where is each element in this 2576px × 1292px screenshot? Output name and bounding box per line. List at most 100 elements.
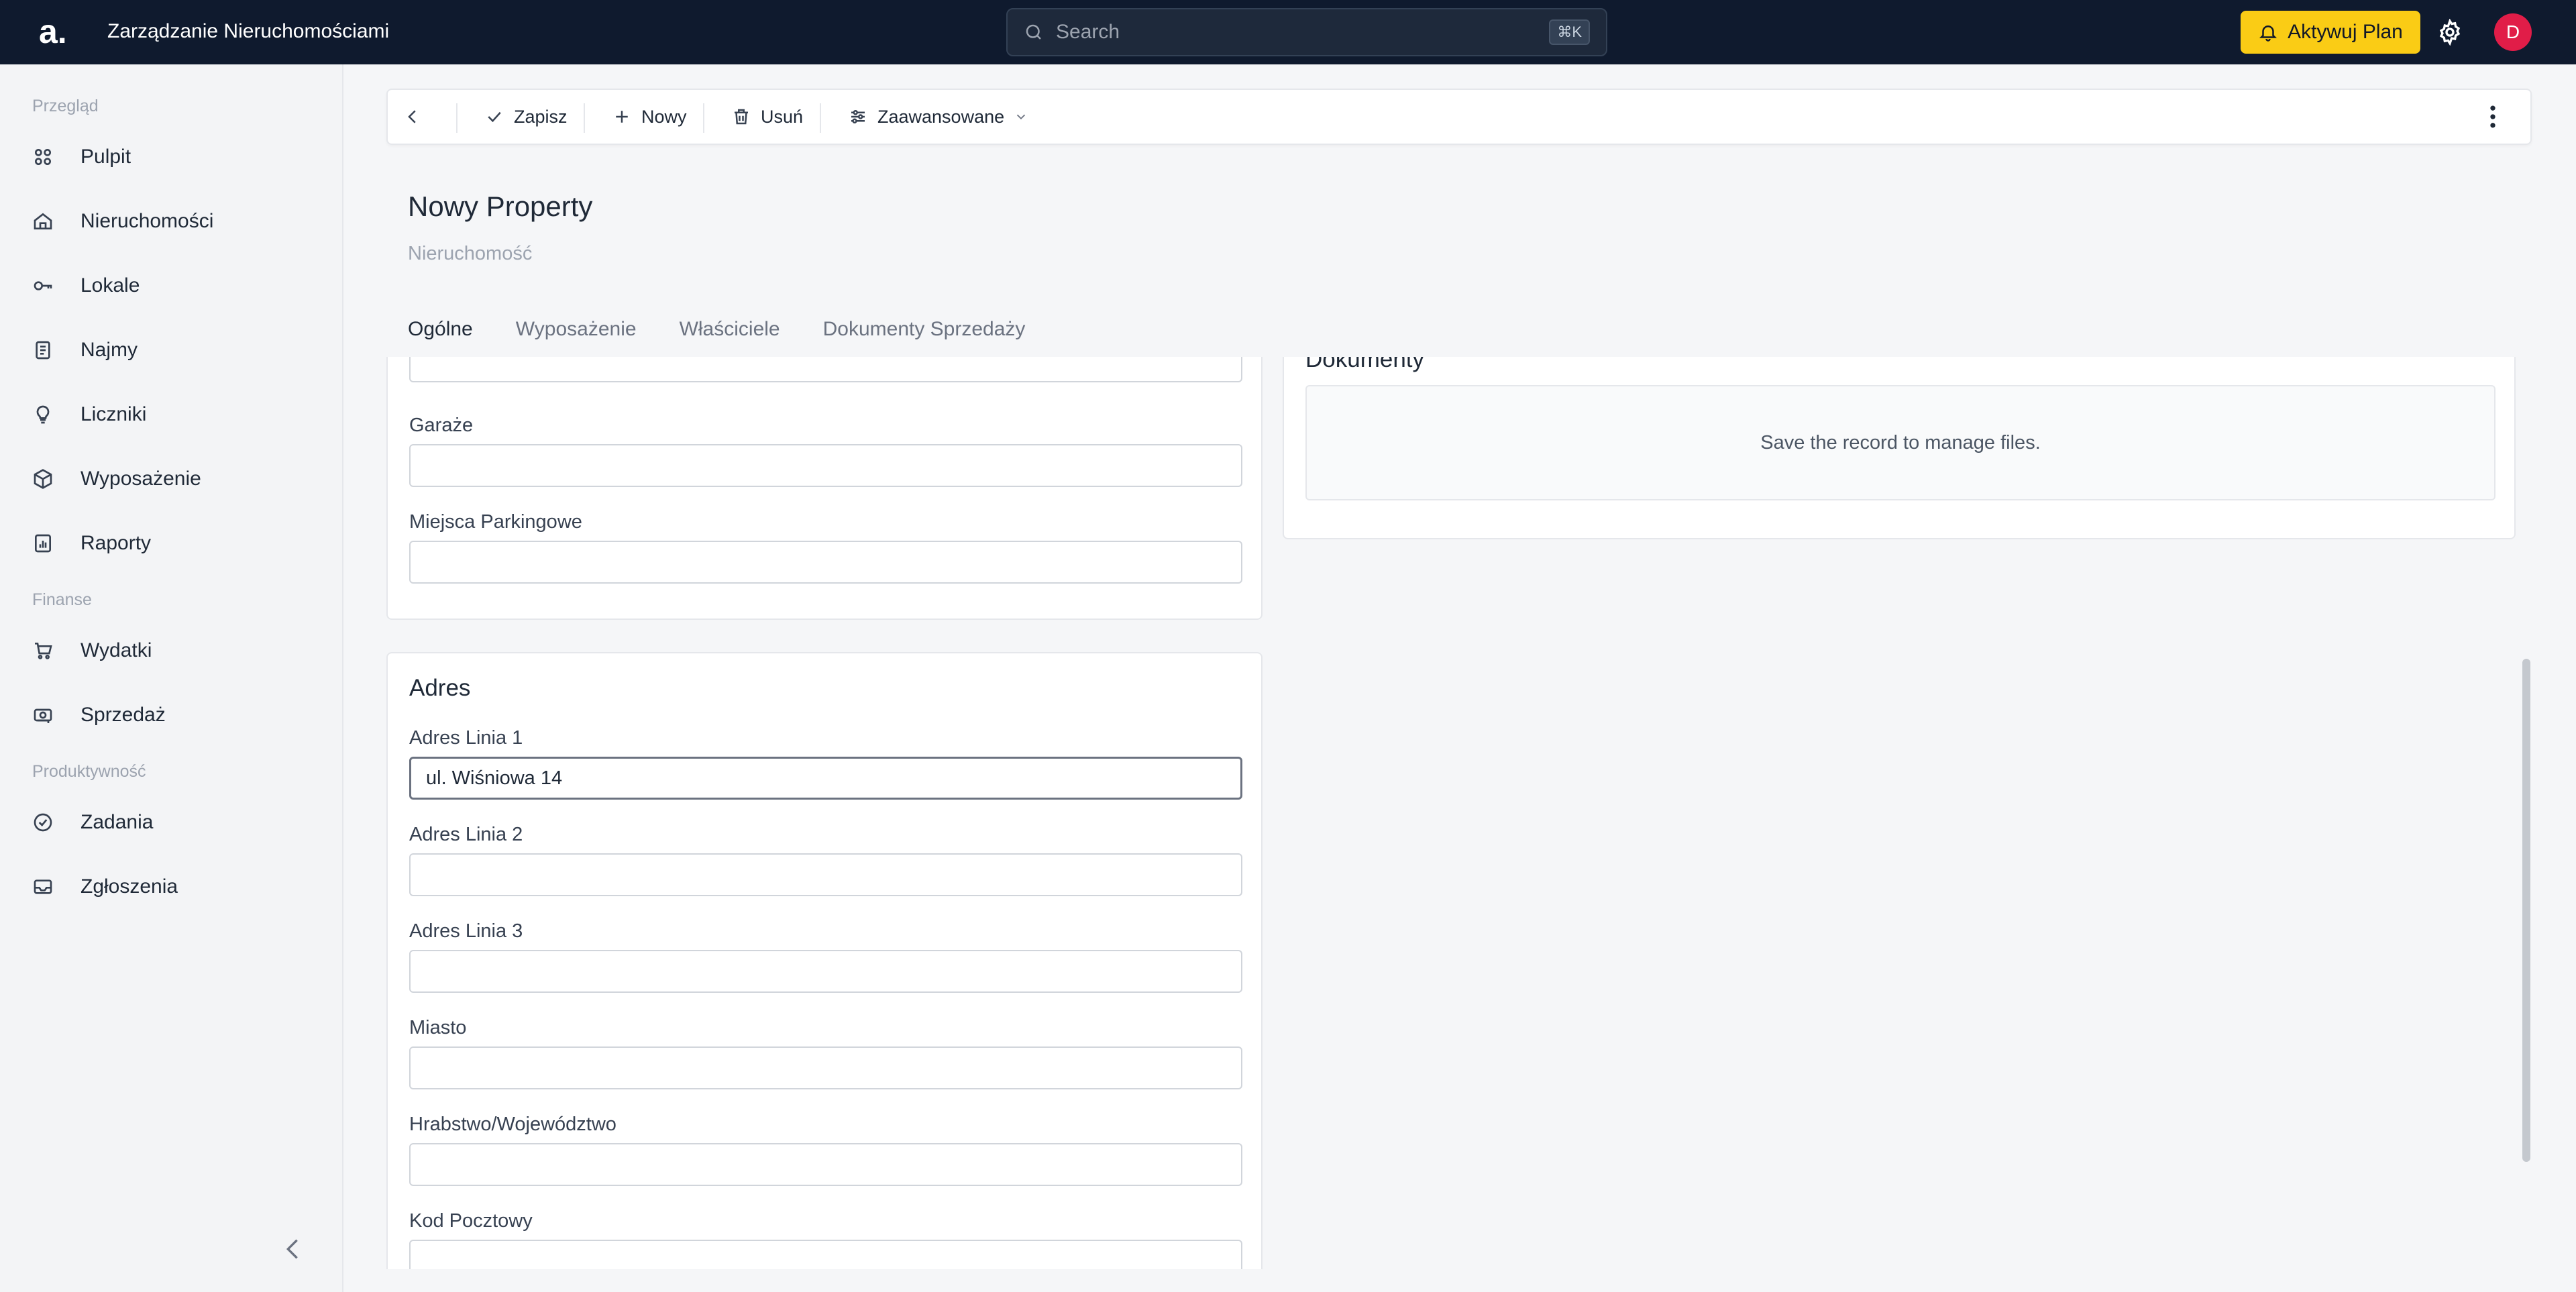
chevron-down-icon [1016, 114, 1026, 120]
form-scroll-area[interactable]: Garaże Miejsca Parkingowe Adres Adres Li… [386, 357, 2530, 1269]
toolbar-divider [703, 103, 704, 133]
sidebar-item-tasks[interactable]: Zadania [32, 802, 153, 843]
field-label: Garaże [409, 415, 474, 436]
gear-icon[interactable] [2436, 19, 2463, 46]
details-card: Garaże Miejsca Parkingowe [386, 357, 1263, 620]
sidebar-item-dashboard[interactable]: Pulpit [32, 137, 131, 177]
sidebar-item-label: Sprzedaż [80, 704, 166, 726]
tab-equipment[interactable]: Wyposażenie [516, 318, 637, 356]
sidebar-item-label: Zadania [80, 811, 154, 833]
field-label: Miasto [409, 1017, 467, 1038]
postal-code-input[interactable] [409, 1240, 1242, 1269]
sidebar-section-overview: Przegląd [32, 97, 99, 115]
save-button[interactable]: Zapisz [484, 90, 568, 144]
previous-field-input[interactable] [409, 357, 1242, 382]
address-line-2-input[interactable] [409, 853, 1242, 896]
documents-card: Dokumenty Save the record to manage file… [1283, 357, 2516, 539]
field-label: Adres Linia 2 [409, 824, 523, 845]
sidebar: Przegląd Pulpit Nieruchomości Lokale Naj… [0, 64, 343, 1292]
collapse-sidebar-icon[interactable] [282, 1236, 303, 1262]
tab-bar: Ogólne Wyposażenie Właściciele Dokumenty… [408, 318, 1025, 356]
sidebar-section-finance: Finanse [32, 590, 92, 609]
sidebar-item-meters[interactable]: Liczniki [32, 394, 146, 435]
toolbar-divider [584, 103, 585, 133]
top-bar: a. Zarządzanie Nieruchomościami Search ⌘… [0, 0, 2576, 64]
search-icon [1026, 24, 1041, 40]
box-icon [34, 469, 52, 489]
new-button[interactable]: Nowy [612, 90, 687, 144]
mail-icon [34, 879, 52, 894]
tab-owners[interactable]: Właściciele [680, 318, 780, 356]
sidebar-item-units[interactable]: Lokale [32, 266, 140, 306]
address-line-1-input[interactable] [409, 757, 1242, 800]
trash-icon [735, 109, 748, 125]
home-icon [34, 213, 52, 229]
search-placeholder: Search [1056, 21, 1120, 43]
address-line-3-input[interactable] [409, 950, 1242, 993]
cart-icon [35, 643, 52, 659]
sidebar-item-label: Liczniki [80, 403, 147, 425]
search-shortcut-badge: ⌘K [1549, 19, 1590, 45]
sidebar-item-properties[interactable]: Nieruchomości [32, 201, 213, 241]
scrollbar-thumb[interactable] [2522, 659, 2530, 1162]
grid-icon [34, 149, 51, 165]
toolbar-divider [820, 103, 821, 133]
tab-sale-documents[interactable]: Dokumenty Sprzedaży [823, 318, 1026, 356]
app-title: Zarządzanie Nieruchomościami [107, 20, 390, 42]
sidebar-item-label: Raporty [80, 532, 152, 554]
page-title: Nowy Property [408, 191, 593, 222]
tab-general[interactable]: Ogólne [408, 318, 473, 356]
avatar[interactable]: D [2494, 13, 2532, 51]
bell-icon [2259, 25, 2277, 42]
field-label: Kod Pocztowy [409, 1210, 533, 1232]
sidebar-item-label: Wyposażenie [80, 468, 201, 490]
plus-icon [616, 111, 628, 123]
county-state-input[interactable] [409, 1143, 1242, 1186]
lightbulb-icon [36, 405, 50, 424]
files-empty-message: Save the record to manage files. [1760, 431, 2041, 453]
field-label: Miejsca Parkingowe [409, 511, 582, 533]
sidebar-item-sales[interactable]: Sprzedaż [32, 695, 166, 735]
advanced-dropdown[interactable]: Zaawansowane [848, 90, 1028, 144]
field-label: Adres Linia 1 [409, 727, 523, 749]
advanced-label: Zaawansowane [877, 106, 1005, 127]
check-icon [488, 111, 501, 123]
toolbar-divider [456, 103, 458, 133]
city-input[interactable] [409, 1046, 1242, 1089]
sidebar-item-reports[interactable]: Raporty [32, 523, 151, 563]
documents-card-title: Dokumenty [1305, 357, 1425, 372]
sidebar-item-requests[interactable]: Zgłoszenia [32, 867, 178, 907]
files-dropzone: Save the record to manage files. [1305, 385, 2496, 500]
sidebar-item-equipment[interactable]: Wyposażenie [32, 459, 201, 499]
sidebar-item-label: Nieruchomości [80, 210, 214, 232]
address-card: Adres Adres Linia 1 Adres Linia 2 Adres … [386, 652, 1263, 1269]
sidebar-item-label: Zgłoszenia [80, 875, 178, 898]
key-icon [34, 281, 52, 290]
more-options-icon[interactable] [2487, 102, 2498, 131]
delete-button[interactable]: Usuń [731, 90, 803, 144]
activate-plan-button[interactable]: Aktywuj Plan [2241, 11, 2420, 54]
sidebar-item-label: Pulpit [80, 146, 131, 168]
sidebar-item-expenses[interactable]: Wydatki [32, 631, 152, 671]
chart-icon [35, 534, 51, 553]
parking-spaces-input[interactable] [409, 541, 1242, 584]
chevron-left-icon [408, 110, 416, 123]
back-button[interactable] [402, 90, 423, 144]
page-subtitle: Nieruchomość [408, 243, 533, 264]
check-circle-icon [34, 813, 52, 832]
address-card-title: Adres [409, 675, 471, 701]
field-label: Adres Linia 3 [409, 920, 523, 942]
save-label: Zapisz [514, 106, 568, 127]
sliders-icon [851, 110, 865, 123]
sidebar-item-leases[interactable]: Najmy [32, 330, 138, 370]
delete-label: Usuń [761, 106, 804, 127]
garages-input[interactable] [409, 444, 1242, 487]
new-label: Nowy [641, 106, 687, 127]
sidebar-item-label: Lokale [80, 274, 140, 297]
sidebar-item-label: Wydatki [80, 639, 152, 661]
sidebar-section-productivity: Produktywność [32, 762, 146, 781]
sidebar-item-label: Najmy [80, 339, 138, 361]
app-logo[interactable]: a. [39, 12, 67, 51]
money-icon [34, 708, 52, 723]
search-input[interactable]: Search ⌘K [1006, 8, 1607, 56]
